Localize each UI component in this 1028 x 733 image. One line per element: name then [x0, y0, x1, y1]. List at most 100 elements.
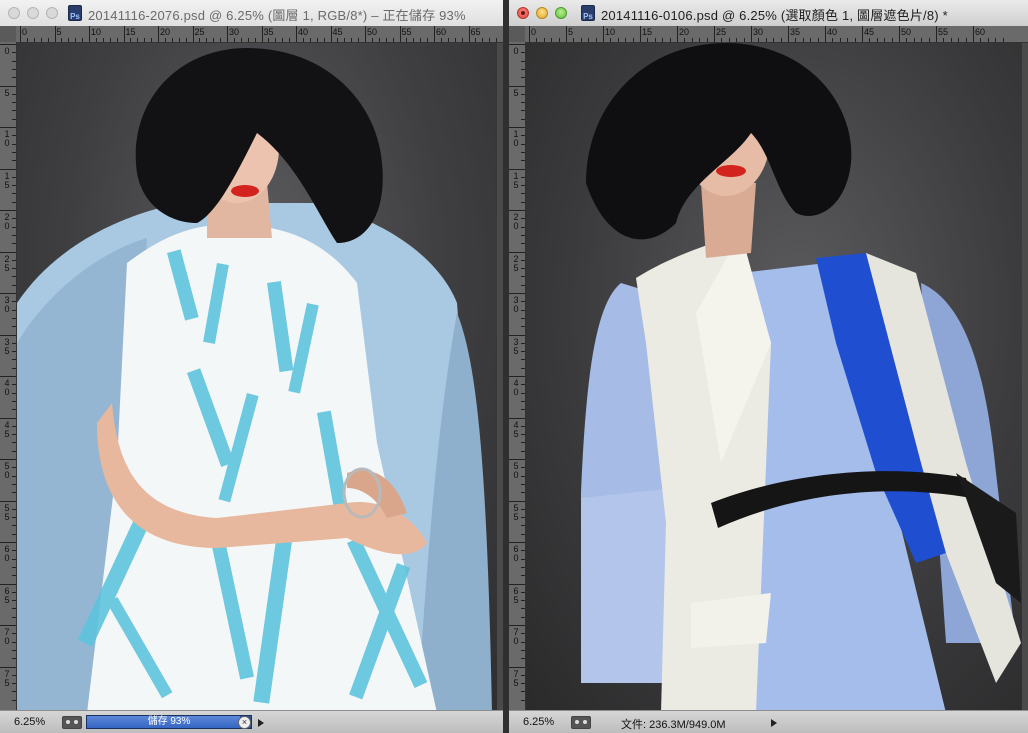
- ruler-label: 0: [4, 46, 10, 56]
- zoom-level[interactable]: 6.25%: [523, 716, 554, 728]
- ruler-tick: [0, 500, 16, 502]
- ruler-label: 40: [298, 27, 309, 37]
- ruler-tick: [521, 326, 525, 328]
- status-bar: 6.25% 文件: 236.3M/949.0M: [509, 710, 1028, 733]
- cancel-icon[interactable]: ×: [238, 716, 251, 729]
- ruler-label: 30: [753, 27, 764, 37]
- ruler-tick: [12, 392, 16, 394]
- minimize-window-button[interactable]: [536, 7, 548, 19]
- ruler-tick: [12, 550, 16, 552]
- image-canvas[interactable]: [17, 43, 497, 711]
- ruler-tick: [521, 442, 525, 444]
- ruler-tick: [521, 525, 525, 527]
- status-toggle-icon[interactable]: [62, 716, 82, 729]
- ruler-label: 75: [4, 668, 10, 688]
- horizontal-ruler[interactable]: 0 5 10 15 20 25 30 35 40 45 50 55 60: [525, 26, 1028, 43]
- ruler-tick: [521, 517, 525, 519]
- ruler-label: 25: [513, 253, 519, 273]
- ruler-label: 50: [4, 461, 10, 480]
- ruler-tick: [12, 110, 16, 112]
- ruler-tick: [371, 38, 373, 42]
- ruler-tick: [580, 38, 582, 42]
- vertical-ruler[interactable]: 0 5 10 15 20 25 30 35 40 45 50 55 60 65 70 75: [509, 42, 526, 711]
- ruler-tick: [12, 616, 16, 618]
- status-menu-arrow-icon[interactable]: [258, 719, 264, 727]
- ruler-tick: [12, 93, 16, 95]
- ruler-label: 0: [22, 27, 28, 37]
- vertical-ruler[interactable]: 0 5 10 15 20 25 30 35 40 45 50 55 60 65 70 75: [0, 42, 17, 711]
- ruler-tick: [509, 666, 525, 668]
- ruler-tick: [385, 38, 387, 42]
- ruler-tick: [240, 38, 242, 42]
- ruler-tick: [12, 425, 16, 427]
- ruler-label: 35: [263, 27, 274, 37]
- ruler-tick: [869, 38, 871, 42]
- zoom-window-button[interactable]: [46, 7, 58, 19]
- ruler-tick: [825, 26, 826, 42]
- window-title: 20141116-0106.psd @ 6.25% (選取顏色 1, 圖層遮色片…: [601, 8, 948, 23]
- ruler-tick: [12, 492, 16, 494]
- ruler-tick: [12, 160, 16, 162]
- ruler-tick: [950, 38, 952, 42]
- ruler-label: 15: [4, 170, 10, 190]
- ruler-tick: [632, 38, 634, 42]
- ruler-tick: [995, 38, 997, 42]
- title-bar[interactable]: Ps 20141116-2076.psd @ 6.25% (圖層 1, RGB/…: [0, 0, 503, 27]
- ruler-origin[interactable]: [509, 26, 526, 43]
- zoom-window-button[interactable]: [555, 7, 567, 19]
- ruler-tick: [482, 38, 484, 42]
- ruler-tick: [54, 26, 56, 42]
- ruler-tick: [12, 309, 16, 311]
- ruler-tick: [12, 658, 16, 660]
- ruler-tick: [509, 583, 525, 585]
- ruler-label: 50: [901, 27, 912, 37]
- status-menu-arrow-icon[interactable]: [771, 719, 777, 727]
- ruler-tick: [12, 234, 16, 236]
- ruler-tick: [795, 38, 797, 42]
- ruler-tick: [261, 26, 263, 42]
- ruler-tick: [521, 201, 525, 203]
- ruler-label: 35: [4, 336, 10, 356]
- ruler-tick: [854, 38, 856, 42]
- document-window-left: Ps 20141116-2076.psd @ 6.25% (圖層 1, RGB/…: [0, 0, 503, 733]
- ruler-tick: [987, 38, 989, 42]
- ruler-tick: [95, 38, 97, 42]
- status-toggle-icon[interactable]: [571, 716, 591, 729]
- ruler-label: 20: [513, 212, 519, 231]
- ruler-tick: [440, 38, 442, 42]
- ruler-tick: [521, 342, 525, 344]
- ruler-tick: [289, 38, 291, 42]
- ruler-tick: [521, 691, 525, 693]
- zoom-level[interactable]: 6.25%: [14, 716, 45, 728]
- ruler-label: 5: [56, 27, 62, 37]
- ruler-tick: [316, 38, 318, 42]
- ruler-tick: [413, 38, 415, 42]
- ruler-tick: [521, 591, 525, 593]
- title-bar[interactable]: Ps 20141116-0106.psd @ 6.25% (選取顏色 1, 圖層…: [509, 0, 1028, 27]
- ruler-tick: [509, 127, 525, 128]
- ruler-tick: [521, 226, 525, 228]
- close-window-button[interactable]: [8, 7, 20, 19]
- ruler-tick: [268, 38, 270, 42]
- ruler-tick: [302, 38, 304, 42]
- ruler-tick: [521, 135, 525, 137]
- ruler-tick: [12, 683, 16, 685]
- save-progress-label: 儲存 93%: [147, 716, 191, 727]
- close-window-button[interactable]: [517, 7, 529, 19]
- ruler-tick: [943, 38, 945, 42]
- minimize-window-button[interactable]: [27, 7, 39, 19]
- ruler-tick: [521, 508, 525, 510]
- horizontal-ruler[interactable]: 0 5 10 15 20 25 30 35 40 45 50 55 60 65: [16, 26, 503, 43]
- ruler-tick: [906, 38, 908, 42]
- ruler-origin[interactable]: [0, 26, 17, 43]
- ruler-tick: [521, 674, 525, 676]
- ruler-tick: [12, 259, 16, 261]
- ruler-tick: [509, 210, 525, 211]
- ruler-tick: [434, 26, 435, 42]
- ruler-tick: [521, 259, 525, 261]
- image-canvas[interactable]: [526, 43, 1022, 711]
- ruler-tick: [617, 38, 619, 42]
- ruler-tick: [102, 38, 104, 42]
- ruler-tick: [662, 38, 664, 42]
- ruler-tick: [521, 566, 525, 568]
